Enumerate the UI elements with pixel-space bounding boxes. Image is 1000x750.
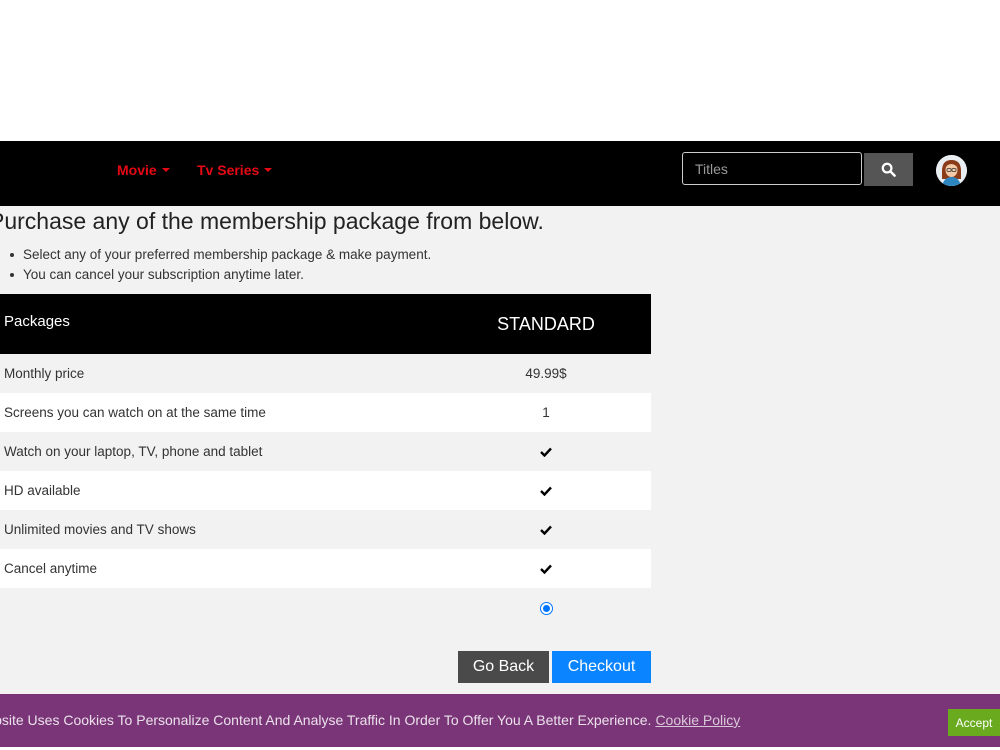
search-icon — [881, 162, 896, 177]
info-list: Select any of your preferred membership … — [0, 245, 431, 284]
row-label: Cancel anytime — [0, 549, 441, 588]
checkout-button[interactable]: Checkout — [552, 651, 651, 683]
accept-cookies-button[interactable]: Accept — [948, 709, 1000, 736]
page-title: Purchase any of the membership package f… — [0, 208, 544, 234]
cookie-text: This Website Uses Cookies To Personalize… — [0, 712, 652, 728]
go-back-button[interactable]: Go Back — [458, 651, 549, 683]
row-value — [441, 549, 651, 588]
caret-down-icon — [161, 168, 170, 173]
table-row: HD available — [0, 471, 651, 510]
package-radio-standard[interactable] — [539, 602, 553, 616]
page: Movie Tv Series Purchase any of the memb… — [0, 0, 1000, 750]
avatar-image — [936, 155, 967, 186]
search-button[interactable] — [864, 153, 913, 186]
row-value — [441, 471, 651, 510]
row-value — [441, 432, 651, 471]
nav-item-tv-series[interactable]: Tv Series — [197, 162, 273, 178]
table-row: Watch on your laptop, TV, phone and tabl… — [0, 432, 651, 471]
top-blank-area — [0, 0, 1000, 141]
cookie-message: This Website Uses Cookies To Personalize… — [0, 712, 740, 728]
nav-item-tv-series-label: Tv Series — [197, 162, 260, 178]
check-icon — [540, 487, 552, 497]
table-row: Monthly price 49.99$ — [0, 354, 651, 393]
table-row: Cancel anytime — [0, 549, 651, 588]
package-name-standard: STANDARD — [441, 294, 651, 354]
table-row: Unlimited movies and TV shows — [0, 510, 651, 549]
caret-down-icon — [264, 168, 273, 173]
table-row-select — [0, 588, 651, 628]
packages-header: Packages — [0, 294, 441, 354]
packages-table: Packages STANDARD Monthly price 49.99$ S… — [0, 294, 651, 628]
avatar[interactable] — [936, 155, 967, 186]
row-label: HD available — [0, 471, 441, 510]
nav-item-movie-label: Movie — [117, 162, 157, 178]
check-icon — [540, 526, 552, 536]
row-label: Screens you can watch on at the same tim… — [0, 393, 441, 432]
row-label: Watch on your laptop, TV, phone and tabl… — [0, 432, 441, 471]
list-item: Select any of your preferred membership … — [9, 245, 431, 265]
table-row: Screens you can watch on at the same tim… — [0, 393, 651, 432]
check-icon — [540, 565, 552, 575]
check-icon — [540, 448, 552, 458]
cookie-policy-link[interactable]: Cookie Policy — [655, 712, 740, 728]
row-value-radio — [441, 588, 651, 628]
row-value-price: 49.99$ — [441, 354, 651, 393]
list-item: You can cancel your subscription anytime… — [9, 265, 431, 285]
nav-item-movie[interactable]: Movie — [117, 162, 170, 178]
row-label: Unlimited movies and TV shows — [0, 510, 441, 549]
row-label-empty — [0, 588, 441, 628]
row-value-screens: 1 — [441, 393, 651, 432]
row-value — [441, 510, 651, 549]
row-label: Monthly price — [0, 354, 441, 393]
search-input[interactable] — [682, 152, 862, 185]
